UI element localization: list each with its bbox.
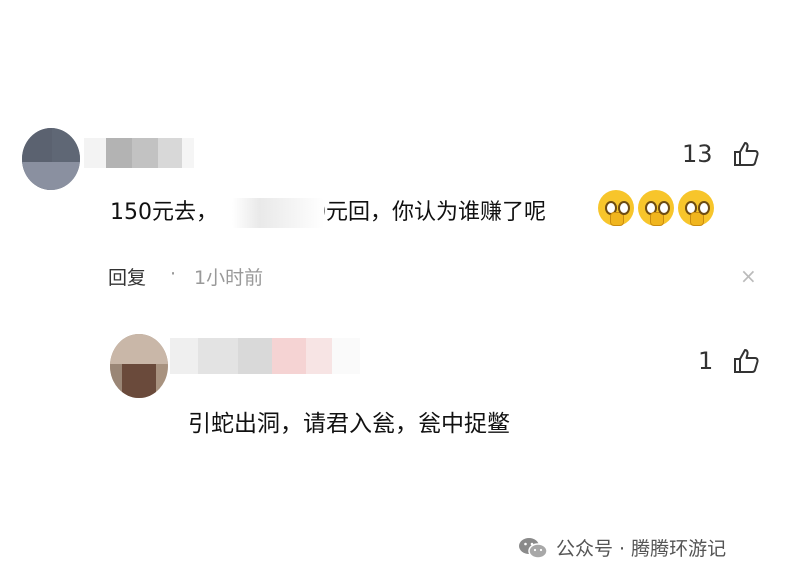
username-blurred[interactable] [84, 138, 194, 168]
username-blurred[interactable] [170, 338, 360, 374]
comment-text-prefix: 150元去， [110, 200, 218, 225]
wechat-icon [519, 537, 548, 559]
reply-button[interactable]: 回复 [108, 263, 146, 290]
like-count: 13 [682, 140, 713, 168]
thumbs-up-icon[interactable] [732, 347, 760, 375]
comment-text: 引蛇出洞，请君入瓮，瓮中捉鳖 [188, 411, 510, 437]
like-count: 1 [698, 347, 714, 375]
grimacing-face-icon [598, 190, 634, 226]
emoji-group [598, 190, 714, 226]
redacted-text [232, 198, 324, 228]
watermark-text: 公众号 · 腾腾环游记 [556, 538, 727, 560]
comment-text-suffix: 0元回，你认为谁赚了呢 [312, 200, 546, 225]
comment-text: 150元去， 0元回，你认为谁赚了呢 [110, 194, 546, 226]
grimacing-face-icon [638, 190, 674, 226]
comment-time: 1小时前 [194, 267, 264, 289]
avatar[interactable] [110, 334, 168, 398]
separator-dot: · [170, 263, 177, 285]
watermark: 公众号 · 腾腾环游记 [518, 534, 726, 561]
thumbs-up-icon[interactable] [732, 140, 760, 168]
grimacing-face-icon [678, 190, 714, 226]
avatar[interactable] [22, 128, 80, 190]
close-icon[interactable]: × [740, 264, 757, 288]
